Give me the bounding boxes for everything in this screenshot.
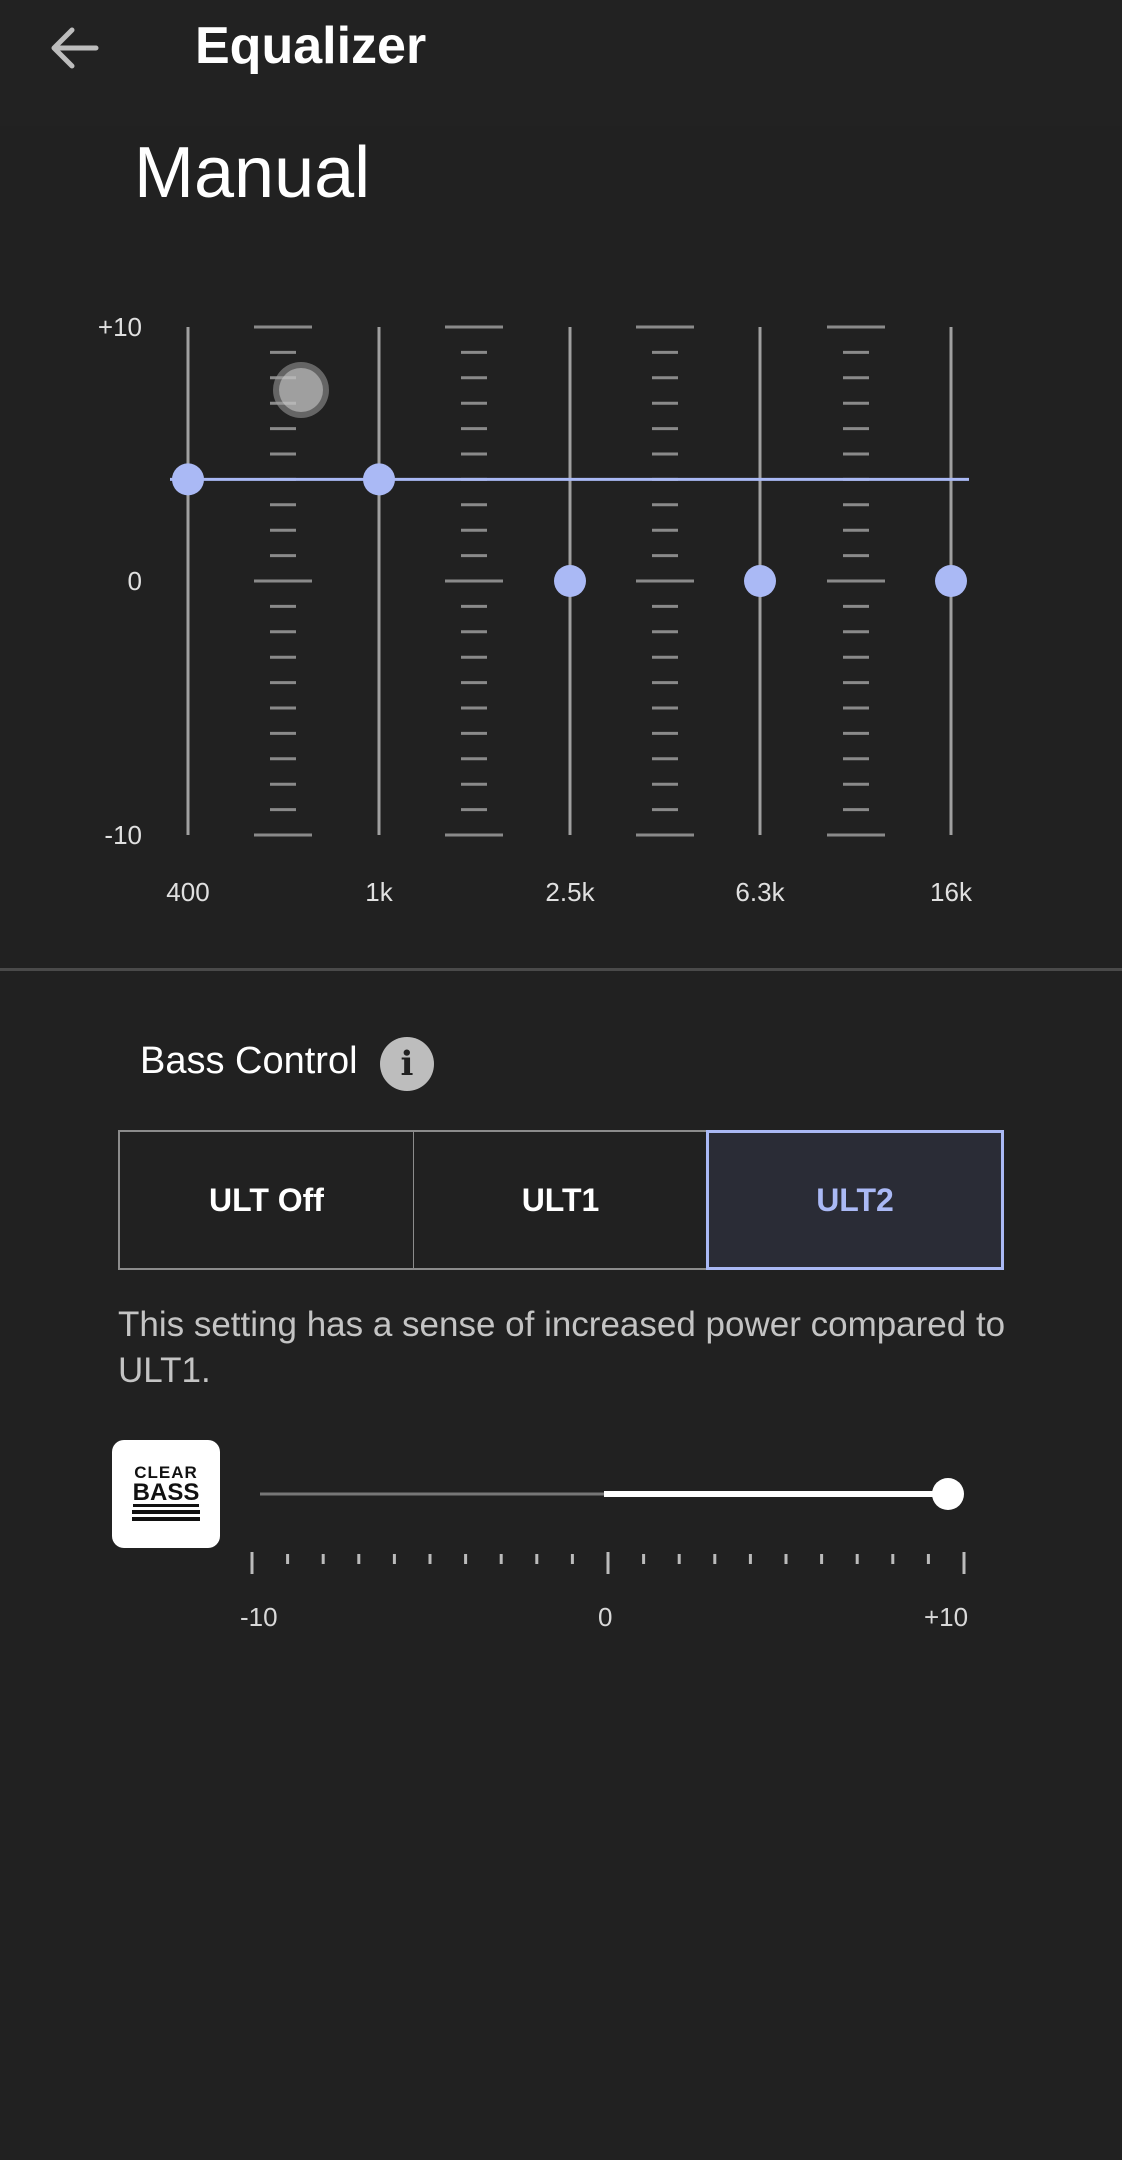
arrow-left-icon (51, 27, 99, 69)
logo-bars (132, 1510, 200, 1524)
back-button[interactable] (38, 20, 110, 76)
touch-indicator-core (279, 368, 323, 412)
ult2-label: ULT2 (816, 1181, 894, 1218)
ult-off-button[interactable]: ULT Off (118, 1130, 414, 1270)
eq-band-knob-2.5k[interactable] (554, 565, 586, 597)
eq-y-label: -10 (104, 820, 142, 850)
bass-control-title: Bass Control (140, 1040, 358, 1082)
eq-band-knob-16k[interactable] (935, 565, 967, 597)
eq-y-label: 0 (128, 566, 142, 596)
page-title: Equalizer (195, 17, 427, 75)
section-divider (0, 968, 1122, 971)
eq-tick-column (636, 325, 694, 837)
clear-bass-slider[interactable] (240, 1460, 1000, 1640)
clear-bass-logo: CLEAR BASS (112, 1440, 220, 1548)
eq-band-knob-1k[interactable] (363, 463, 395, 496)
slider-thumb[interactable] (932, 1478, 964, 1510)
info-button[interactable]: i (380, 1037, 434, 1091)
equalizer-chart: +10 0 -10 400 1k 2.5k 6.3k 16k (98, 312, 973, 907)
preset-name: Manual (134, 133, 371, 213)
bass-description: This setting has a sense of increased po… (118, 1305, 1006, 1390)
eq-band-label: 6.3k (735, 877, 785, 907)
eq-y-label: +10 (98, 312, 142, 342)
info-icon: i (400, 1044, 414, 1084)
eq-tick-column (445, 325, 503, 837)
clear-bass-min-label: -10 (240, 1602, 278, 1632)
eq-band-label: 2.5k (545, 877, 595, 907)
logo-bass-text: BASS (132, 1479, 200, 1507)
ult1-button[interactable]: ULT1 (413, 1130, 708, 1270)
ult2-button[interactable]: ULT2 (706, 1130, 1004, 1270)
eq-band-knob-400[interactable] (172, 463, 204, 496)
equalizer-graph: +10 0 -10 400 1k 2.5k 6.3k 16k (0, 280, 1122, 920)
eq-band-label: 16k (930, 877, 973, 907)
eq-band-label: 400 (166, 877, 209, 907)
eq-band-knob-6.3k[interactable] (744, 565, 776, 597)
eq-tick-column (827, 325, 885, 837)
clear-bass-mid-label: 0 (598, 1602, 613, 1632)
clear-bass-max-label: +10 (924, 1602, 969, 1632)
ult-off-label: ULT Off (209, 1181, 324, 1218)
app-bar: Equalizer (0, 0, 1122, 126)
eq-band-label: 1k (365, 877, 393, 907)
ult1-label: ULT1 (521, 1181, 600, 1218)
